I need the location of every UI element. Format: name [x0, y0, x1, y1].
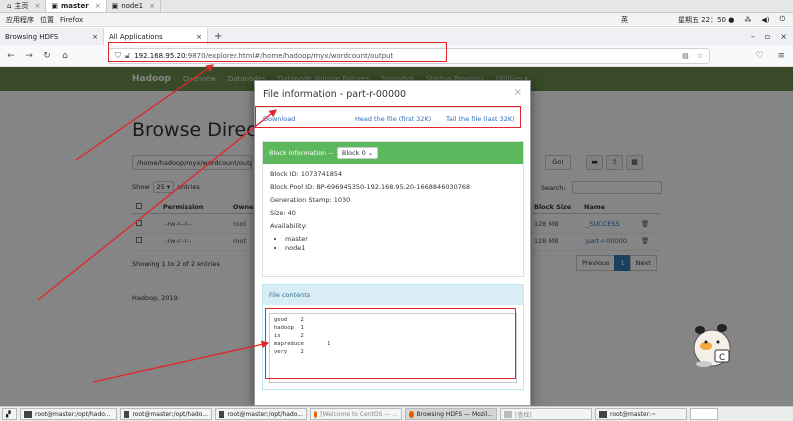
- mascot-sticker-icon: C: [690, 318, 734, 370]
- list-item: node1: [285, 244, 523, 253]
- back-icon[interactable]: ←: [4, 51, 18, 61]
- block-select[interactable]: Block 0 ⌄: [336, 147, 379, 159]
- taskbar-item[interactable]: root@master:~: [595, 408, 687, 420]
- block-pool-id: Block Pool ID: BP-696945350-192.168.95.2…: [270, 183, 471, 191]
- firefox-icon: [314, 410, 318, 418]
- block-info-header: Block information -- Block 0 ⌄: [263, 142, 523, 164]
- window-close-icon[interactable]: ×: [780, 32, 787, 41]
- close-icon[interactable]: ×: [92, 33, 98, 41]
- reader-icon[interactable]: ▤: [682, 52, 689, 60]
- input-method[interactable]: 英: [621, 15, 628, 25]
- maximize-icon[interactable]: ▫: [765, 32, 770, 41]
- taskbar-item[interactable]: Browsing HDFS — Mozil...: [405, 408, 497, 420]
- gnome-top-bar: 应用程序 位置 Firefox 英 星期五 22：50 ● ⁂ ◀) ⏻: [0, 13, 793, 27]
- taskbar-item[interactable]: root@master:/opt/hado...: [120, 408, 212, 420]
- block-size: Size: 40: [270, 209, 296, 217]
- workspace-switcher[interactable]: [690, 408, 718, 420]
- terminal-icon: [219, 410, 225, 418]
- terminal-icon: [599, 410, 607, 418]
- annotation-box-contents: [265, 308, 516, 379]
- file-contents-header: File contents: [263, 285, 523, 305]
- taskbar-item[interactable]: [查找]: [500, 408, 592, 420]
- taskbar-item[interactable]: root@master:/opt/hado...: [20, 408, 117, 420]
- vm-tab-home[interactable]: ⌂ 主页 ×: [2, 0, 47, 12]
- applications-menu[interactable]: 应用程序: [6, 15, 34, 25]
- close-icon[interactable]: ×: [95, 2, 101, 10]
- vm-icon: ▣: [51, 2, 58, 10]
- terminal-icon: [24, 410, 32, 418]
- search-icon: [504, 410, 512, 418]
- vm-tab-node1[interactable]: ▣ node1 ×: [107, 0, 161, 12]
- pocket-icon[interactable]: ♡: [755, 51, 763, 61]
- clock[interactable]: 星期五 22：50 ●: [678, 15, 734, 25]
- annotation-box-url: [108, 42, 447, 62]
- svg-text:C: C: [719, 353, 725, 363]
- network-icon[interactable]: ⁂: [744, 16, 751, 24]
- power-icon[interactable]: ⏻: [779, 15, 785, 24]
- new-tab-button[interactable]: +: [214, 31, 222, 42]
- terminal-icon: [124, 410, 130, 418]
- show-desktop-icon[interactable]: ▞: [2, 408, 17, 420]
- bookmark-star-icon[interactable]: ☆: [697, 52, 703, 60]
- vm-icon: ▣: [111, 2, 119, 10]
- block-info-panel: Block information -- Block 0 ⌄ Block ID:…: [262, 141, 524, 277]
- screen: { "vm_tabs":[{"label":"主页","icon":"home-…: [0, 0, 793, 421]
- reload-icon[interactable]: ↻: [40, 51, 54, 61]
- taskbar-item[interactable]: [Welcome to CentOS — ...: [310, 408, 402, 420]
- home-icon[interactable]: ⌂: [58, 51, 72, 61]
- menu-icon[interactable]: ≡: [777, 51, 785, 61]
- taskbar-item[interactable]: root@master:/opt/hado...: [215, 408, 307, 420]
- close-icon[interactable]: ×: [149, 2, 155, 10]
- taskbar: ▞ root@master:/opt/hado... root@master:/…: [0, 406, 793, 421]
- tab-browsing-hdfs[interactable]: Browsing HDFS ×: [0, 28, 104, 45]
- firefox-menu[interactable]: Firefox: [60, 16, 83, 24]
- generation-stamp: Generation Stamp: 1030: [270, 196, 351, 204]
- close-icon[interactable]: ×: [514, 87, 522, 98]
- availability-label: Availability:: [270, 222, 308, 230]
- vm-tab-bar: ⌂ 主页 × ▣ master × ▣ node1 ×: [0, 0, 793, 13]
- node-list: master node1: [285, 235, 523, 253]
- minimize-icon[interactable]: –: [751, 32, 755, 41]
- places-menu[interactable]: 位置: [40, 15, 54, 25]
- volume-icon[interactable]: ◀): [761, 16, 769, 24]
- modal-title: File information - part-r-00000: [263, 89, 407, 100]
- close-icon[interactable]: ×: [196, 33, 202, 41]
- list-item: master: [285, 235, 523, 244]
- vm-tab-master[interactable]: ▣ master ×: [46, 0, 107, 12]
- forward-icon[interactable]: →: [22, 51, 36, 61]
- firefox-icon: [409, 410, 414, 418]
- annotation-box-links: [255, 106, 521, 128]
- close-icon[interactable]: ×: [34, 2, 40, 10]
- block-id: Block ID: 1073741854: [270, 170, 343, 178]
- home-icon: ⌂: [7, 2, 12, 10]
